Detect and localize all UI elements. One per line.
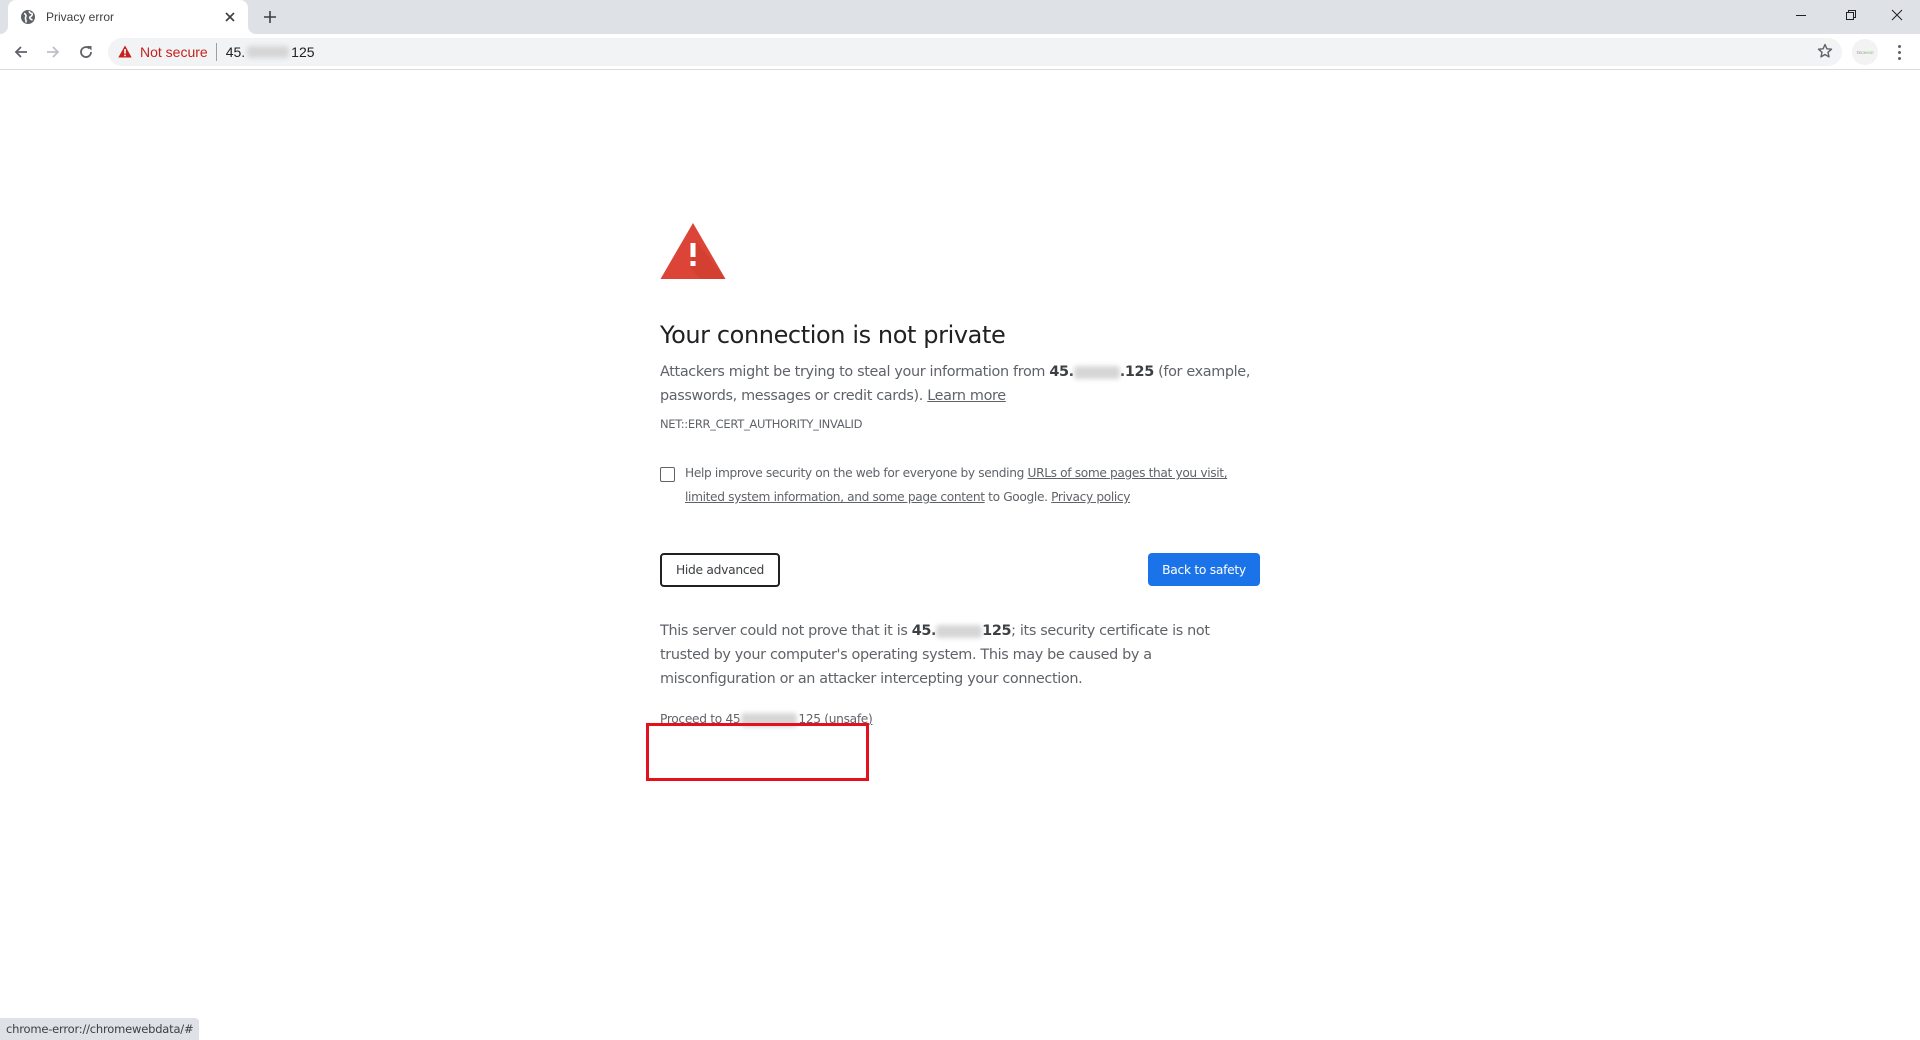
arrow-left-icon — [14, 46, 27, 58]
kebab-dot — [1897, 44, 1901, 48]
minimize-button[interactable] — [1778, 0, 1824, 30]
error-code: NET::ERR_CERT_AUTHORITY_INVALID — [660, 417, 863, 431]
minimize-icon — [1796, 15, 1806, 16]
optin-label: Help improve security on the web for eve… — [685, 461, 1260, 509]
profile-logo-text-accent: XXE — [1866, 49, 1874, 55]
close-tab-icon[interactable] — [222, 9, 238, 25]
back-to-safety-button[interactable]: Back to safety — [1148, 553, 1260, 586]
url-suffix: 125 — [291, 44, 315, 60]
proceed-prefix: Proceed to 45 — [660, 712, 741, 726]
restore-button[interactable] — [1828, 0, 1874, 30]
intro-paragraph: Attackers might be trying to steal your … — [660, 360, 1260, 408]
browser-menu-button[interactable] — [1888, 40, 1910, 64]
host-suffix: .125 — [1119, 364, 1154, 380]
warning-triangle-icon — [660, 223, 726, 279]
kebab-dot — [1897, 56, 1901, 60]
forward-button[interactable] — [41, 40, 65, 64]
proceed-row: Proceed to 45 125 (unsafe) — [660, 712, 1260, 727]
url-text[interactable]: 45. 125 — [226, 44, 315, 60]
hide-advanced-button[interactable]: Hide advanced — [660, 553, 780, 587]
redacted-ip-segment — [247, 46, 290, 58]
host-name: 45. 125 — [911, 623, 1012, 639]
optin-checkbox[interactable] — [660, 467, 675, 482]
details-text: This server could not prove that it is — [660, 623, 912, 639]
redacted-ip-segment — [1073, 365, 1120, 379]
privacy-policy-link[interactable]: Privacy policy — [1051, 490, 1130, 504]
toolbar: Not secure 45. 125 TECH XXE — [0, 34, 1920, 70]
redacted-ip-segment — [936, 624, 983, 638]
tab-privacy-error[interactable]: Privacy error — [8, 0, 248, 34]
host-suffix: 125 — [982, 623, 1012, 639]
globe-icon — [20, 9, 36, 25]
host-name: 45. .125 — [1049, 364, 1154, 380]
restore-icon — [1846, 10, 1856, 20]
not-secure-label: Not secure — [140, 44, 208, 60]
button-row: Hide advanced Back to safety — [660, 553, 1260, 587]
new-tab-button[interactable] — [260, 7, 280, 27]
optin-text-middle: to Google. — [984, 490, 1052, 504]
star-icon — [1817, 43, 1833, 58]
tab-title: Privacy error — [46, 10, 115, 24]
profile-logo-text: TECH — [1856, 49, 1867, 55]
bookmark-star-button[interactable] — [1814, 40, 1836, 62]
back-button[interactable] — [9, 40, 33, 64]
page-title: Your connection is not private — [660, 321, 1006, 349]
intro-text: Attackers might be trying to steal your … — [660, 364, 1050, 380]
status-bubble: chrome-error://chromewebdata/# — [0, 1018, 200, 1040]
learn-more-link[interactable]: Learn more — [927, 388, 1006, 404]
optin-text: Help improve security on the web for eve… — [685, 466, 1028, 480]
profile-avatar[interactable]: TECH XXE — [1852, 39, 1878, 65]
omnibox-divider — [215, 43, 217, 61]
kebab-dot — [1897, 50, 1901, 54]
proceed-suffix: 125 (unsafe) — [798, 712, 873, 726]
host-prefix: 45. — [1049, 364, 1074, 380]
annotation-highlight-box — [646, 723, 869, 781]
redacted-ip-segment — [741, 712, 798, 727]
interstitial-content: Your connection is not private Attackers… — [660, 222, 1260, 727]
host-prefix: 45. — [911, 623, 937, 639]
reload-icon — [80, 46, 92, 58]
url-prefix: 45. — [225, 44, 246, 60]
safe-browsing-optin: Help improve security on the web for eve… — [660, 465, 1260, 509]
reload-button[interactable] — [74, 40, 98, 64]
close-icon — [1891, 9, 1903, 21]
arrow-right-icon — [47, 46, 60, 58]
warning-triangle-icon — [118, 45, 132, 59]
plus-icon — [264, 11, 276, 23]
security-indicator[interactable]: Not secure — [118, 44, 208, 60]
advanced-details: This server could not prove that it is 4… — [660, 619, 1260, 691]
close-window-button[interactable] — [1874, 0, 1920, 30]
proceed-unsafe-link[interactable]: Proceed to 45 125 (unsafe) — [660, 712, 873, 727]
tab-strip: Privacy error — [0, 0, 1920, 34]
address-bar[interactable]: Not secure 45. 125 — [108, 38, 1842, 66]
